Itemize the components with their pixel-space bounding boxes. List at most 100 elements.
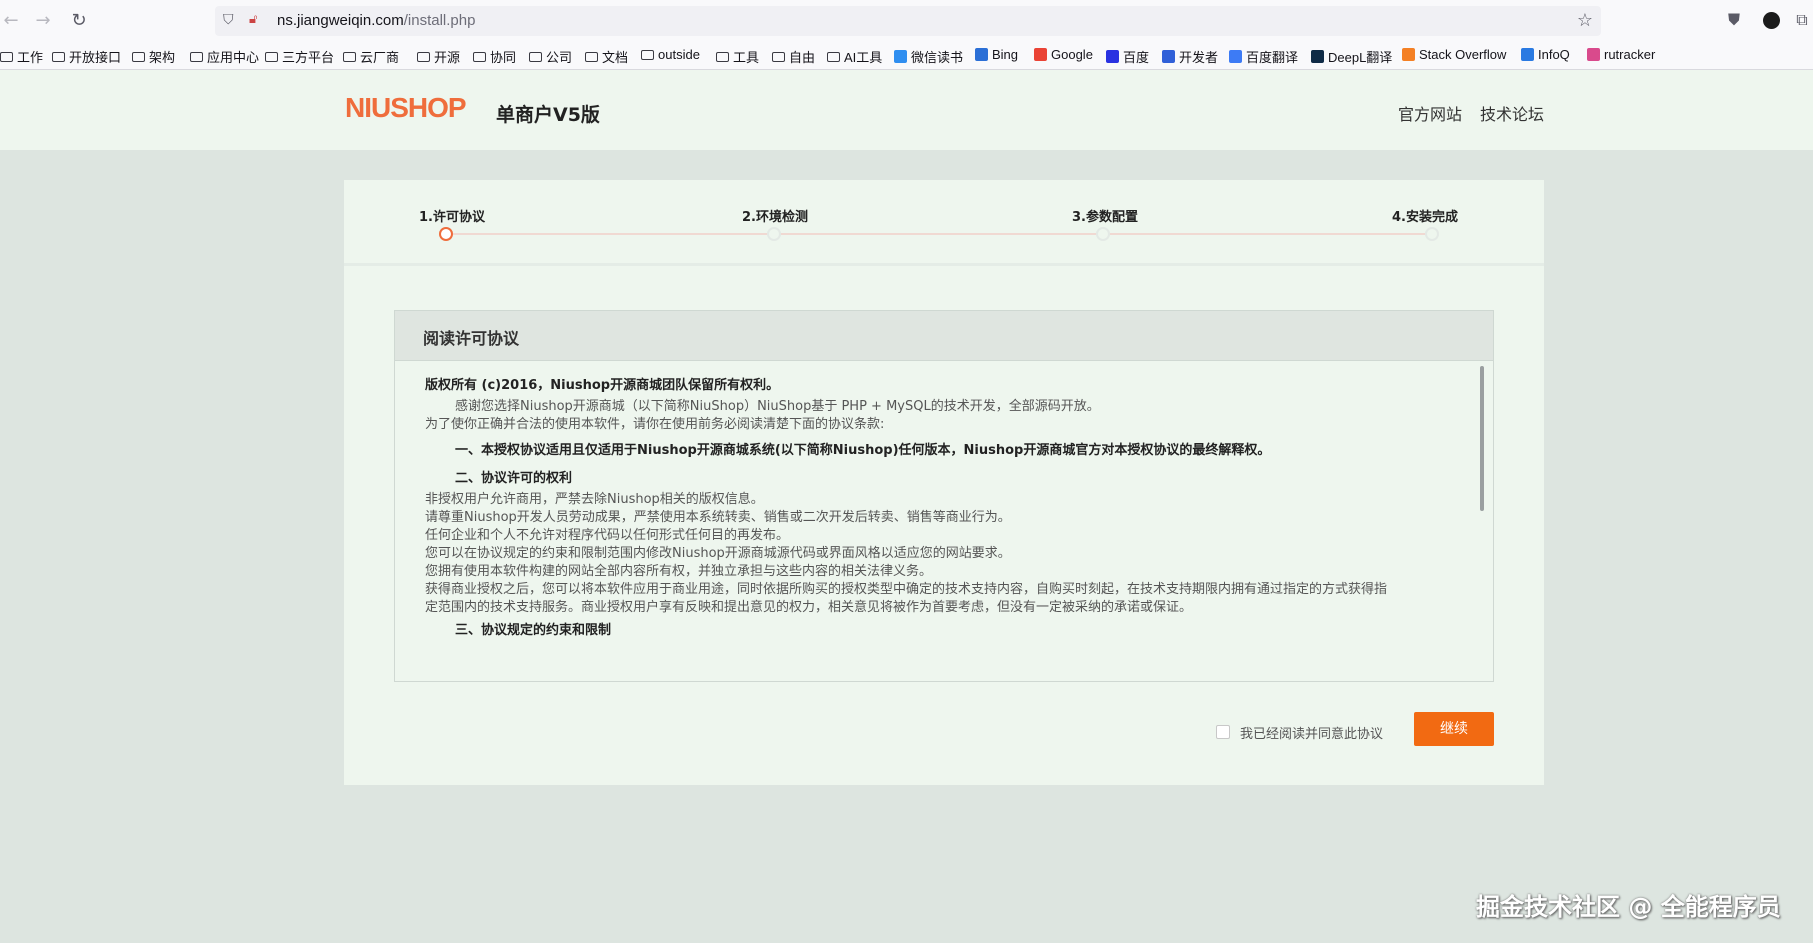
forward-arrow-icon[interactable]: →	[32, 10, 54, 32]
bookmark-item[interactable]: Google	[1034, 47, 1093, 62]
site-favicon-icon	[1521, 48, 1534, 61]
folder-icon	[417, 51, 430, 62]
license-line: 三、协议规定的约束和限制	[455, 623, 612, 638]
bookmark-item[interactable]: 工作	[0, 47, 43, 66]
url-path: /install.php	[403, 12, 476, 29]
bookmark-label: 自由	[789, 50, 816, 65]
address-bar[interactable]: ⛉ 🔓︎ ns.jiangweiqin.com/install.php ☆	[215, 6, 1601, 36]
license-line: 非授权用户允许商用，严禁去除Niushop相关的版权信息。	[425, 492, 764, 507]
license-line: 一、本授权协议适用且仅适用于Niushop开源商城系统(以下简称Niushop)…	[455, 443, 1271, 458]
step-3-label: 3.参数配置	[1072, 210, 1138, 225]
bookmark-item[interactable]: 文档	[585, 47, 628, 66]
bookmark-item[interactable]: 云厂商	[343, 47, 399, 66]
bookmark-item[interactable]: 开放接口	[52, 47, 121, 66]
niushop-logo[interactable]: NIUSHOP	[345, 92, 467, 124]
license-text-area[interactable]: 版权所有 (c)2016，Niushop开源商城团队保留所有权利。 感谢您选择Ni…	[395, 362, 1493, 681]
bookmark-item[interactable]: Stack Overflow	[1402, 47, 1506, 62]
folder-icon	[529, 51, 542, 62]
extensions-icon[interactable]: ⧉	[1792, 10, 1812, 30]
site-favicon-icon	[1311, 50, 1324, 63]
bookmark-label: Google	[1051, 47, 1093, 62]
license-line: 请尊重Niushop开发人员劳动成果，严禁使用本系统转卖、销售或二次开发后转卖、…	[425, 510, 1011, 525]
folder-icon	[343, 51, 356, 62]
tech-forum-link[interactable]: 技术论坛	[1480, 101, 1544, 125]
bookmark-label: AI工具	[844, 50, 883, 65]
url-text[interactable]: ns.jiangweiqin.com/install.php	[277, 12, 475, 29]
bookmark-item[interactable]: 协同	[473, 47, 516, 66]
license-line: 为了使你正确并合法的使用本软件，请你在使用前务必阅读清楚下面的协议条款:	[425, 417, 885, 432]
bookmark-item[interactable]: Bing	[975, 47, 1018, 62]
folder-icon	[827, 51, 840, 62]
url-domain: ns.jiangweiqin.com	[277, 12, 404, 29]
bookmark-label: 百度	[1123, 50, 1150, 65]
license-line: 获得商业授权之后，您可以将本软件应用于商业用途，同时依据所购买的授权类型中确定的…	[425, 582, 1388, 597]
bookmark-item[interactable]: 三方平台	[265, 47, 334, 66]
official-site-link[interactable]: 官方网站	[1398, 101, 1462, 125]
agree-label[interactable]: 我已经阅读并同意此协议	[1240, 723, 1383, 742]
shield-icon[interactable]: ⛉	[223, 12, 239, 30]
step-1-dot	[439, 227, 453, 241]
agree-checkbox[interactable]	[1216, 725, 1230, 739]
step-2-label: 2.环境检测	[742, 210, 808, 225]
folder-icon	[190, 51, 203, 62]
reload-icon[interactable]: ↻	[68, 10, 90, 32]
bookmark-label: 工具	[733, 50, 760, 65]
bookmark-label: InfoQ	[1538, 47, 1570, 62]
bookmark-item[interactable]: 工具	[716, 47, 759, 66]
bookmark-item[interactable]: rutracker	[1587, 47, 1655, 62]
insecure-lock-icon[interactable]: 🔓︎	[249, 12, 263, 30]
bookmark-item[interactable]: 自由	[772, 47, 815, 66]
site-favicon-icon	[1162, 50, 1175, 63]
step-1-label: 1.许可协议	[419, 210, 485, 225]
bookmark-item[interactable]: InfoQ	[1521, 47, 1570, 62]
license-line: 任何企业和个人不允许对程序代码以任何形式任何目的再发布。	[425, 528, 790, 543]
step-4-label: 4.安装完成	[1392, 210, 1458, 225]
license-box: 阅读许可协议 版权所有 (c)2016，Niushop开源商城团队保留所有权利。…	[394, 310, 1494, 682]
step-track	[446, 233, 1434, 235]
site-favicon-icon	[1402, 48, 1415, 61]
bookmark-item[interactable]: 百度翻译	[1229, 47, 1298, 66]
folder-icon	[265, 51, 278, 62]
folder-icon	[772, 51, 785, 62]
bookmarks-bar: 工作 开放接口 架构 应用中心 三方平台 云厂商 开源 协同 公司 文档 outside 工具 自由 AI…	[0, 44, 1813, 66]
license-scrollbar[interactable]	[1480, 366, 1484, 511]
bookmark-label: 架构	[149, 50, 176, 65]
license-line: 您拥有使用本软件构建的网站全部内容所有权，并独立承担与这些内容的相关法律义务。	[425, 564, 933, 579]
account-avatar[interactable]	[1763, 12, 1780, 29]
bookmark-item[interactable]: 公司	[529, 47, 572, 66]
bookmark-item[interactable]: outside	[641, 47, 700, 62]
back-arrow-icon[interactable]: ←	[0, 10, 22, 32]
site-favicon-icon	[1587, 48, 1600, 61]
continue-button[interactable]: 继续	[1414, 712, 1494, 746]
bookmark-label: 云厂商	[360, 50, 400, 65]
watermark: 掘金技术社区 @ 全能程序员	[1476, 893, 1781, 921]
site-favicon-icon	[975, 48, 988, 61]
bookmark-item[interactable]: 开发者	[1162, 47, 1218, 66]
bookmark-item[interactable]: AI工具	[827, 47, 882, 66]
bookmark-label: 应用中心	[207, 50, 260, 65]
folder-icon	[641, 49, 654, 60]
bookmark-item[interactable]: 架构	[132, 47, 175, 66]
bookmark-item[interactable]: 百度	[1106, 47, 1149, 66]
nav-row: ← → ↻ ⛉ 🔓︎ ns.jiangweiqin.com/install.ph…	[0, 0, 1813, 42]
site-header: NIUSHOP 单商户V5版 官方网站 技术论坛	[0, 70, 1813, 150]
install-panel: 1.许可协议 2.环境检测 3.参数配置 4.安装完成 阅读许可协议 版权所有 …	[344, 180, 1544, 785]
step-2-dot	[767, 227, 781, 241]
bookmark-label: DeepL翻译	[1328, 50, 1393, 65]
license-line: 定范围内的技术支持服务。商业授权用户享有反映和提出意见的权力，相关意见将被作为首…	[425, 600, 1193, 615]
site-favicon-icon	[894, 50, 907, 63]
browser-toolbar: ← → ↻ ⛉ 🔓︎ ns.jiangweiqin.com/install.ph…	[0, 0, 1813, 70]
bookmark-star-icon[interactable]: ☆	[1577, 10, 1593, 31]
bookmark-item[interactable]: 微信读书	[894, 47, 963, 66]
pocket-icon[interactable]: ⛊	[1724, 10, 1744, 30]
bookmark-item[interactable]: 开源	[417, 47, 460, 66]
step-progress: 1.许可协议 2.环境检测 3.参数配置 4.安装完成	[344, 180, 1544, 266]
bookmark-item[interactable]: DeepL翻译	[1311, 47, 1392, 66]
folder-icon	[52, 51, 65, 62]
folder-icon	[0, 51, 13, 62]
folder-icon	[473, 51, 486, 62]
bookmark-item[interactable]: 应用中心	[190, 47, 259, 66]
bookmark-label: rutracker	[1604, 47, 1656, 62]
license-line: 您可以在协议规定的约束和限制范围内修改Niushop开源商城源代码或界面风格以适…	[425, 546, 1011, 561]
bookmark-label: outside	[658, 47, 700, 62]
